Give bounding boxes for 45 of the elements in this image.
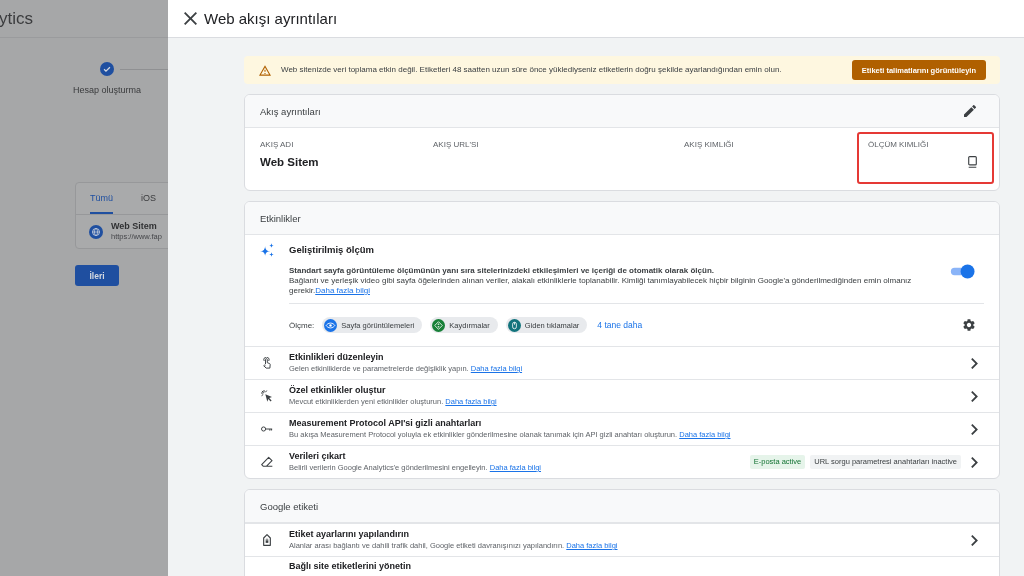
row-title: Özel etkinlikler oluştur	[289, 385, 387, 396]
chevron-right-icon	[971, 456, 978, 468]
column-label: ÖLÇÜM KIMLIĞI	[868, 139, 930, 150]
step-label: Hesap oluşturma	[71, 85, 142, 96]
settings-icon[interactable]	[963, 319, 975, 331]
section-title: Geliştirilmiş ölçüm	[289, 244, 375, 255]
next-button[interactable]: İleri	[75, 265, 119, 286]
chevron-right-icon	[971, 423, 978, 435]
column-value: Web Sitem	[260, 156, 320, 169]
learn-more-link[interactable]: Daha fazla bilgi	[315, 286, 370, 295]
row-title: Bağlı site etiketlerini yönetin	[289, 561, 413, 572]
toggle-switch[interactable]	[949, 264, 975, 279]
sparkle-icon	[260, 243, 274, 257]
key-icon	[261, 423, 273, 435]
measurement-summary: Standart sayfa görüntüleme ölçümünün yanı sıra sitelerinizdeki etkileşimleri ve içeriği de otomatik olarak ölçün.	[289, 266, 716, 276]
stream-name: Web Sitem	[111, 221, 158, 232]
row-title: Verileri çıkart	[289, 451, 347, 462]
edit-icon[interactable]	[964, 105, 976, 117]
row-title: Etiket ayarlarını yapılandırın	[289, 529, 411, 540]
close-icon[interactable]	[184, 12, 197, 25]
warning-icon	[259, 64, 271, 76]
hand-pointer-icon	[261, 357, 273, 369]
eraser-icon	[261, 456, 273, 468]
card-title: Google etiketi	[260, 500, 319, 512]
column-label: AKIŞ KIMLIĞI	[684, 139, 735, 150]
platform-tab[interactable]: Tümü	[90, 183, 113, 214]
copy-icon[interactable]	[968, 156, 977, 168]
card-title: Akış ayrıntıları	[260, 105, 321, 117]
row-title: Etkinlikleri düzenleyin	[289, 352, 385, 363]
alert-message: Web sitenizde veri toplama etkin değil. Etiketleri 48 saatten uzun süre önce yüklediyseniz etiketlerin doğru şekilde ayarlandığından emin olun.	[281, 65, 783, 75]
platform-tab[interactable]: iOS	[141, 183, 157, 214]
measurement-description: Bağlantı ve yerleşik video gibi sayfa öğelerinden alınan veriler, alakalı etkinliklerle toplanabilir. Kimliği tanımlayabilecek hiçbir bilginin Google'a gönderilmediğinden emin olmanız gerekir.Daha fazla bilgi	[289, 276, 913, 296]
globe-icon	[89, 224, 103, 239]
column-label: AKIŞ URL'SI	[433, 139, 480, 150]
chevron-right-icon	[971, 390, 978, 402]
panel-title: Web akışı ayrıntıları	[204, 10, 338, 27]
column-label: AKIŞ ADI	[260, 139, 295, 150]
cursor-click-icon	[261, 390, 273, 402]
measure-label: Ölçme:	[289, 320, 315, 330]
chevron-right-icon	[971, 534, 978, 546]
chevron-right-icon	[971, 357, 978, 369]
more-link[interactable]: 4 tane daha	[597, 320, 643, 330]
card-title: Etkinlikler	[260, 212, 301, 224]
row-title: Measurement Protocol API'si gizli anahtarları	[289, 418, 483, 429]
tag-icon	[261, 534, 273, 546]
